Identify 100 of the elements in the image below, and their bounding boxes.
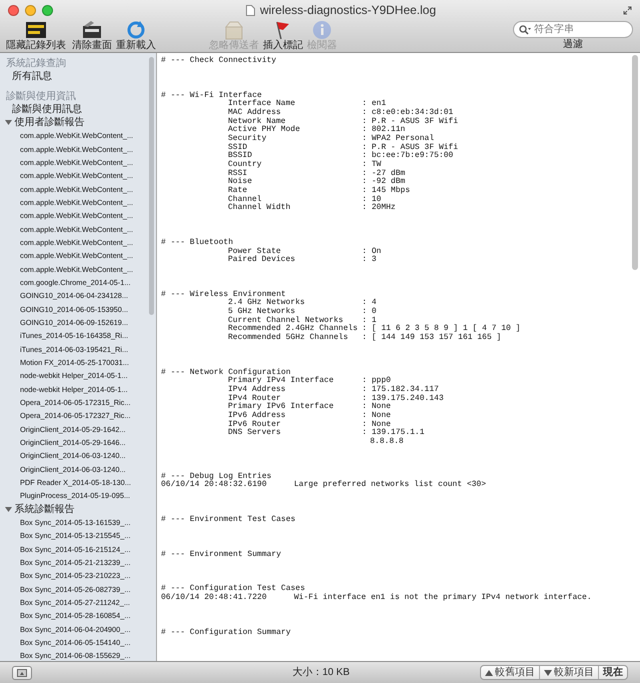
panel-icon [17,668,27,676]
log-field-label: Channel Width [228,204,292,213]
search-icon [519,25,531,35]
toolbar-button[interactable]: 重新載入 [116,20,156,51]
log-field-value: : 0 [362,308,376,316]
box-icon [223,20,245,40]
log-list-icon [25,20,47,40]
log-heading: # --- Wi-Fi Interface [161,90,262,100]
minimize-button[interactable] [25,4,36,16]
log-field-value: : 4 [362,299,376,308]
log-message: Large preferred networks list count <30> [294,481,486,490]
log-field-label: Current Channel Networks [228,316,344,325]
log-field-label: IPv4 Address [228,386,287,394]
log-field-value: : [ 11 6 2 3 5 8 9 ] 1 [ 4 7 10 ] [362,325,520,334]
log-field-label: SSID [228,144,248,152]
log-field-value: : -27 dBm [362,170,406,178]
down-triangle-icon [544,670,552,676]
log-field-label: 5 GHz Networks [228,308,296,316]
scrollbar-thumb[interactable] [632,55,638,270]
fullscreen-icon[interactable] [622,6,632,14]
log-field-value: : 802.11n [362,126,406,134]
toolbar-button[interactable]: 插入標記 [263,20,303,51]
log-field-value: : bc:ee:7b:e9:75:00 [362,152,454,160]
log-field-label: Primary IPv4 Interface [228,377,335,386]
log-field-label: Country [228,160,263,170]
log-field-value: : TW [362,160,382,170]
log-heading: # --- Configuration Summary [161,628,291,637]
log-field-value: : None [362,403,391,412]
toolbar-button[interactable]: 隱藏記錄列表 [6,20,66,51]
sidebar-group[interactable]: 使用者診斷報告 [14,116,84,130]
log-field-label: Channel [228,196,263,204]
log-toggle-button[interactable] [12,666,32,680]
log-field-label: Security [228,134,268,144]
document-icon [246,4,255,16]
log-field-value: : 175.182.34.117 [362,386,439,394]
log-field-value: : en1 [362,100,386,108]
section-heading: 診斷與使用資訊 [5,90,77,103]
disclosure-triangle-icon[interactable] [5,119,12,126]
log-field-label: Network Name [228,118,286,126]
log-field-value: : WPA2 Personal [362,134,434,144]
log-field-value: : P.R - ASUS 3F Wifi [362,144,458,152]
log-field-value: : On [362,248,382,256]
up-triangle-icon [485,670,493,676]
sidebar-item[interactable]: 所有訊息 [12,70,52,84]
log-field-value: : P.R - ASUS 3F Wifi [362,118,458,126]
log-heading: # --- Bluetooth [161,238,234,247]
section-heading: 系統記錄查詢 [5,57,67,70]
filter-label: 過濾 [563,39,583,50]
navigation-button[interactable]: 現在 [598,666,627,679]
log-heading: # --- Network Configuration [161,368,291,377]
scrollbar-thumb[interactable] [149,57,154,315]
log-field-value: : [ 144 149 153 157 161 165 ] [362,334,502,343]
sidebar-item[interactable]: 診斷與使用訊息 [12,103,82,116]
log-field-value: : None [362,420,391,429]
log-field-value: : ppp0 [362,377,391,386]
log-heading: # --- Debug Log Entries [161,472,272,481]
reload-icon [125,20,147,40]
log-field-label: Paired Devices [228,256,296,265]
log-field-value: : 145 Mbps [362,186,410,196]
log-field-value: : None [362,412,391,420]
log-field-value: : -92 dBm [362,178,406,186]
log-field-label: IPv6 Address [228,412,287,420]
log-heading: # --- Environment Test Cases [161,514,296,524]
log-timestamp: 06/10/14 20:48:41.7220 [161,594,268,603]
log-field-label: 2.4 GHz Networks [228,299,306,308]
log-field-label: BSSID [228,152,254,160]
toolbar-button[interactable]: 清除畫面 [72,20,112,51]
log-field-value: : 10 [362,196,382,204]
log-field-value: : c8:e0:eb:34:3d:01 [362,108,454,117]
log-field-value: : 139.175.1.1 [362,429,424,438]
log-heading: # --- Configuration Test Cases [161,584,306,594]
disclosure-triangle-icon[interactable] [5,506,12,513]
log-heading: # --- Check Connectivity [161,56,276,65]
log-field-label: IPv4 Router [228,394,281,403]
log-field-label: Rate [228,186,248,195]
log-field-label: RSSI [228,170,248,178]
log-field-label: IPv6 Router [228,420,282,429]
log-heading: # --- Wireless Environment [161,290,286,299]
close-button[interactable] [8,4,19,16]
zoom-button[interactable] [42,4,53,16]
log-timestamp: 06/10/14 20:48:32.6190 [161,481,268,490]
info-icon [311,20,333,40]
log-field-label: Primary IPv6 Interface [228,403,335,412]
log-field-label: MAC Address [228,108,282,117]
search-field[interactable]: 符合字串 [513,21,633,38]
sidebar-group[interactable]: 系統診斷報告 [14,502,74,516]
log-field-label: Interface Name [228,100,296,108]
window-title: wireless-diagnostics-Y9DHee.log [260,2,436,19]
log-field-label: Active PHY Mode [228,126,302,134]
clear-display-icon [81,20,103,40]
log-message: Wi-Fi interface en1 is not the primary IPv4 network interface. [294,594,592,603]
navigation-button[interactable]: 較新項目 [539,666,598,679]
log-field-value: 8.8.8.8 [370,437,404,446]
log-field-label: Recommended 2.4GHz Channels [228,325,359,334]
log-field-value: : 3 [362,256,376,265]
log-field-label: Recommended 5GHz Channels [228,334,350,343]
log-field-label: Noise [228,178,254,186]
navigation-button[interactable]: 較舊項目 [481,666,539,679]
log-heading: # --- Environment Summary [161,550,282,559]
log-field-label: Power State [228,248,281,256]
